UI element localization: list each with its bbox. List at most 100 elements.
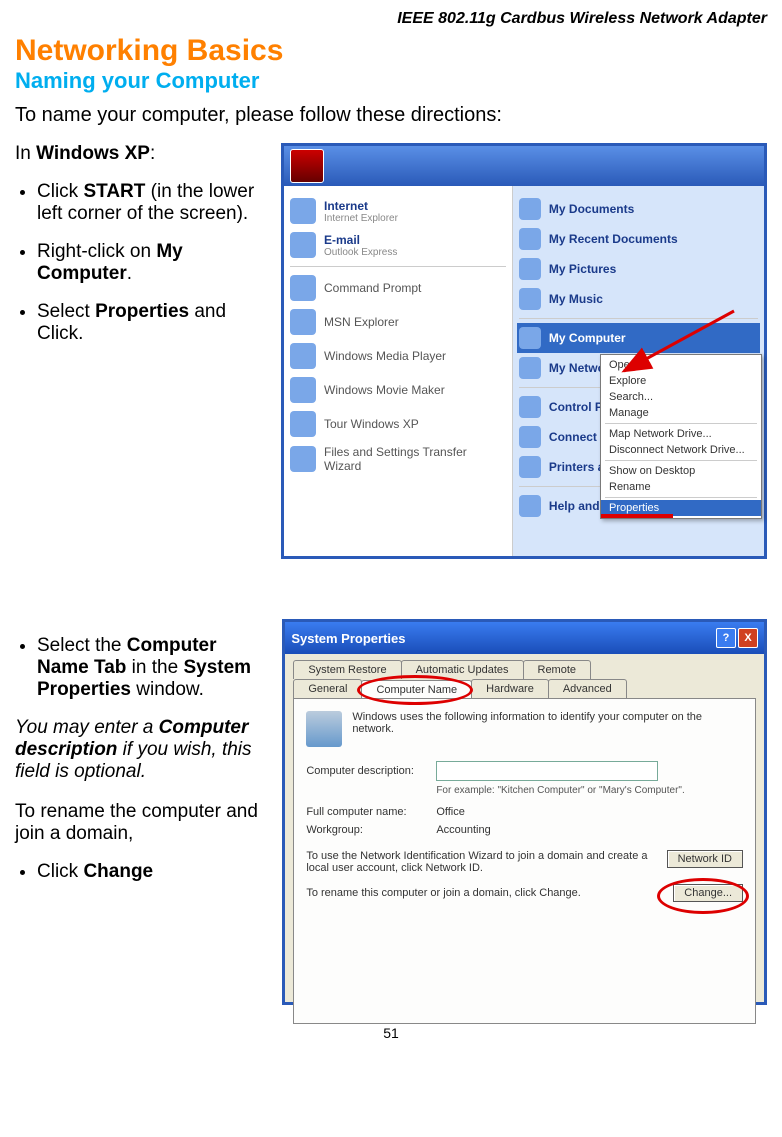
intro-text: To name your computer, please follow the… bbox=[15, 104, 767, 127]
workgroup-value: Accounting bbox=[436, 824, 490, 836]
rb-bold: Change bbox=[83, 861, 153, 882]
app-icon bbox=[290, 446, 316, 472]
workgroup-row: Workgroup: Accounting bbox=[306, 824, 743, 836]
optional-hint: You may enter a Computer description if … bbox=[15, 717, 264, 783]
desc-row: Computer description: bbox=[306, 761, 743, 781]
start-menu-item[interactable]: E-mailOutlook Express bbox=[288, 228, 508, 262]
context-menu-item[interactable]: Map Network Drive... bbox=[601, 426, 761, 442]
context-menu-item[interactable]: Properties bbox=[601, 500, 761, 516]
change-row: To rename this computer or join a domain… bbox=[306, 884, 743, 902]
tab[interactable]: System Restore bbox=[293, 660, 401, 679]
user-avatar-icon bbox=[290, 149, 324, 183]
heading-2: Naming your Computer bbox=[15, 68, 767, 94]
info-text: Windows uses the following information t… bbox=[352, 711, 743, 735]
folder-icon bbox=[519, 495, 541, 517]
folder-icon bbox=[519, 426, 541, 448]
lead-line: In Windows XP: bbox=[15, 143, 263, 165]
lead-end: : bbox=[150, 143, 155, 164]
folder-icon bbox=[519, 456, 541, 478]
start-menu-item[interactable]: My Pictures bbox=[517, 254, 760, 284]
computer-icon bbox=[306, 711, 342, 747]
menu-separator bbox=[605, 497, 757, 498]
list-item: Click START (in the lower left corner of… bbox=[37, 181, 263, 225]
tab[interactable]: Automatic Updates bbox=[401, 660, 524, 679]
app-icon bbox=[290, 411, 316, 437]
b2-post: window. bbox=[131, 679, 204, 700]
b2-pre: Select the bbox=[37, 635, 127, 656]
start-menu-item[interactable]: My Documents bbox=[517, 194, 760, 224]
tab[interactable]: Computer Name bbox=[361, 680, 472, 699]
fullname-value: Office bbox=[436, 806, 465, 818]
bullet-list-3: Click Change bbox=[15, 861, 264, 883]
app-icon bbox=[290, 232, 316, 258]
menu-separator bbox=[605, 460, 757, 461]
change-text: To rename this computer or join a domain… bbox=[306, 887, 673, 899]
bullet-list-2: Select the Computer Name Tab in the Syst… bbox=[15, 635, 264, 701]
start-menu-item[interactable]: Files and Settings Transfer Wizard bbox=[288, 441, 508, 477]
window-titlebar: System Properties ? X bbox=[285, 622, 764, 654]
start-menu-item[interactable]: My Computer bbox=[517, 323, 760, 353]
start-menu-item[interactable]: Tour Windows XP bbox=[288, 407, 508, 441]
window-title: System Properties bbox=[291, 631, 405, 646]
help-icon[interactable]: ? bbox=[716, 628, 736, 648]
context-menu-item[interactable]: Manage bbox=[601, 405, 761, 421]
start-menu-item[interactable]: MSN Explorer bbox=[288, 305, 508, 339]
workgroup-label: Workgroup: bbox=[306, 824, 436, 836]
menu-separator bbox=[605, 423, 757, 424]
change-button[interactable]: Change... bbox=[673, 884, 743, 902]
section-1: In Windows XP: Click START (in the lower… bbox=[15, 143, 767, 559]
start-menu-right-column: My DocumentsMy Recent DocumentsMy Pictur… bbox=[513, 186, 764, 556]
start-menu-item[interactable]: My Music bbox=[517, 284, 760, 314]
tab[interactable]: Remote bbox=[523, 660, 592, 679]
system-properties-screenshot: System Properties ? X System RestoreAuto… bbox=[282, 619, 767, 1005]
netid-text: To use the Network Identification Wizard… bbox=[306, 850, 666, 874]
bullet-list-1: Click START (in the lower left corner of… bbox=[15, 181, 263, 345]
context-menu: OpenExploreSearch...Manage Map Network Dr… bbox=[600, 354, 762, 519]
hint-pre: You may enter a bbox=[15, 717, 159, 738]
list-item: Select Properties and Click. bbox=[37, 301, 263, 345]
tabs-row-2: GeneralComputer NameHardwareAdvanced bbox=[285, 679, 764, 698]
app-icon bbox=[290, 377, 316, 403]
network-id-button[interactable]: Network ID bbox=[667, 850, 743, 868]
folder-icon bbox=[519, 396, 541, 418]
context-menu-item[interactable]: Open bbox=[601, 357, 761, 373]
folder-icon bbox=[519, 357, 541, 379]
start-menu-item[interactable]: InternetInternet Explorer bbox=[288, 194, 508, 228]
context-menu-item[interactable]: Search... bbox=[601, 389, 761, 405]
context-menu-item[interactable]: Rename bbox=[601, 479, 761, 495]
start-menu-item[interactable]: My Recent Documents bbox=[517, 224, 760, 254]
start-menu-item[interactable]: Command Prompt bbox=[288, 271, 508, 305]
lead-pre: In bbox=[15, 143, 36, 164]
close-icon[interactable]: X bbox=[738, 628, 758, 648]
list-item: Click Change bbox=[37, 861, 264, 883]
computer-description-input[interactable] bbox=[436, 761, 658, 781]
start-menu-screenshot: InternetInternet ExplorerE-mailOutlook E… bbox=[281, 143, 767, 559]
list-item: Select the Computer Name Tab in the Syst… bbox=[37, 635, 264, 701]
tab[interactable]: Advanced bbox=[548, 679, 627, 698]
lead-bold: Windows XP bbox=[36, 143, 150, 164]
tab[interactable]: General bbox=[293, 679, 362, 698]
folder-icon bbox=[519, 198, 541, 220]
start-menu-header bbox=[284, 146, 764, 186]
context-menu-item[interactable]: Explore bbox=[601, 373, 761, 389]
tab[interactable]: Hardware bbox=[471, 679, 549, 698]
folder-icon bbox=[519, 327, 541, 349]
section-2: Select the Computer Name Tab in the Syst… bbox=[15, 619, 767, 1005]
rb-pre: Click bbox=[37, 861, 83, 882]
start-menu-item[interactable]: Windows Movie Maker bbox=[288, 373, 508, 407]
folder-icon bbox=[519, 288, 541, 310]
list-item: Right-click on My Computer. bbox=[37, 241, 263, 285]
tabs-row-1: System RestoreAutomatic UpdatesRemote bbox=[285, 654, 764, 679]
context-menu-item[interactable]: Disconnect Network Drive... bbox=[601, 442, 761, 458]
context-menu-item[interactable]: Show on Desktop bbox=[601, 463, 761, 479]
app-icon bbox=[290, 198, 316, 224]
document-header: IEEE 802.11g Cardbus Wireless Network Ad… bbox=[15, 10, 767, 28]
section-1-instructions: In Windows XP: Click START (in the lower… bbox=[15, 143, 263, 361]
netid-row: To use the Network Identification Wizard… bbox=[306, 850, 743, 874]
folder-icon bbox=[519, 258, 541, 280]
b2-mid: in the bbox=[126, 657, 183, 678]
tab-panel: Windows uses the following information t… bbox=[293, 698, 756, 1024]
start-menu-item[interactable]: Windows Media Player bbox=[288, 339, 508, 373]
app-icon bbox=[290, 343, 316, 369]
app-icon bbox=[290, 275, 316, 301]
